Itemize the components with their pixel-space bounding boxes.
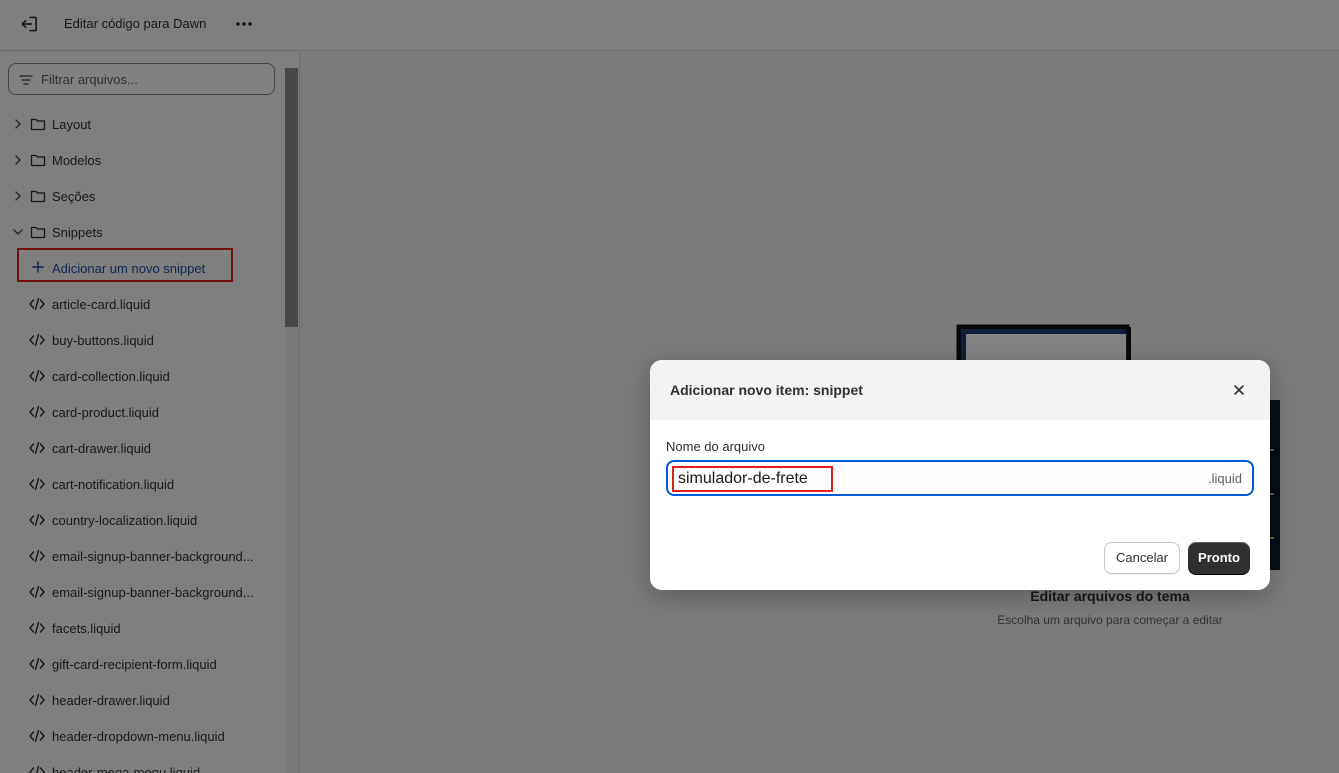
annotation-highlight	[672, 466, 833, 492]
file-name-input[interactable]: simulador-de-frete .liquid	[666, 460, 1254, 496]
file-name-label: Nome do arquivo	[666, 439, 765, 454]
add-item-modal: Adicionar novo item: snippet Nome do arq…	[650, 360, 1270, 590]
done-button[interactable]: Pronto	[1188, 542, 1250, 574]
modal-title: Adicionar novo item: snippet	[670, 382, 863, 398]
close-icon[interactable]	[1230, 381, 1248, 399]
modal-header: Adicionar novo item: snippet	[650, 360, 1270, 420]
file-extension-suffix: .liquid	[1208, 471, 1242, 486]
cancel-button[interactable]: Cancelar	[1104, 542, 1180, 574]
